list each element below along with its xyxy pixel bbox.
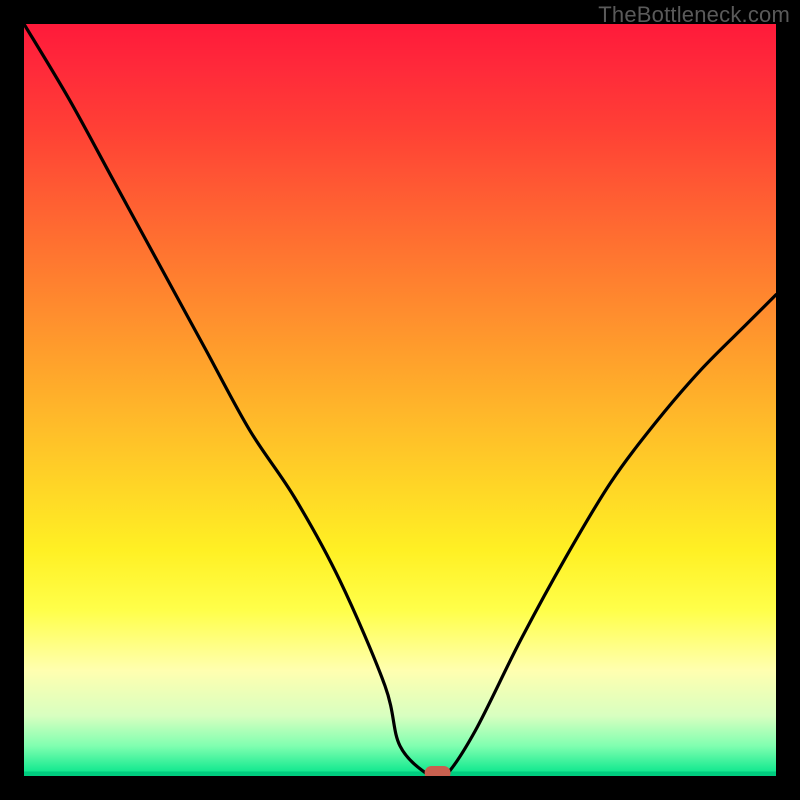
minimum-marker [425,766,451,776]
chart-container: TheBottleneck.com [0,0,800,800]
curve-svg [24,24,776,776]
bottleneck-curve [24,24,776,776]
plot-area [24,24,776,776]
